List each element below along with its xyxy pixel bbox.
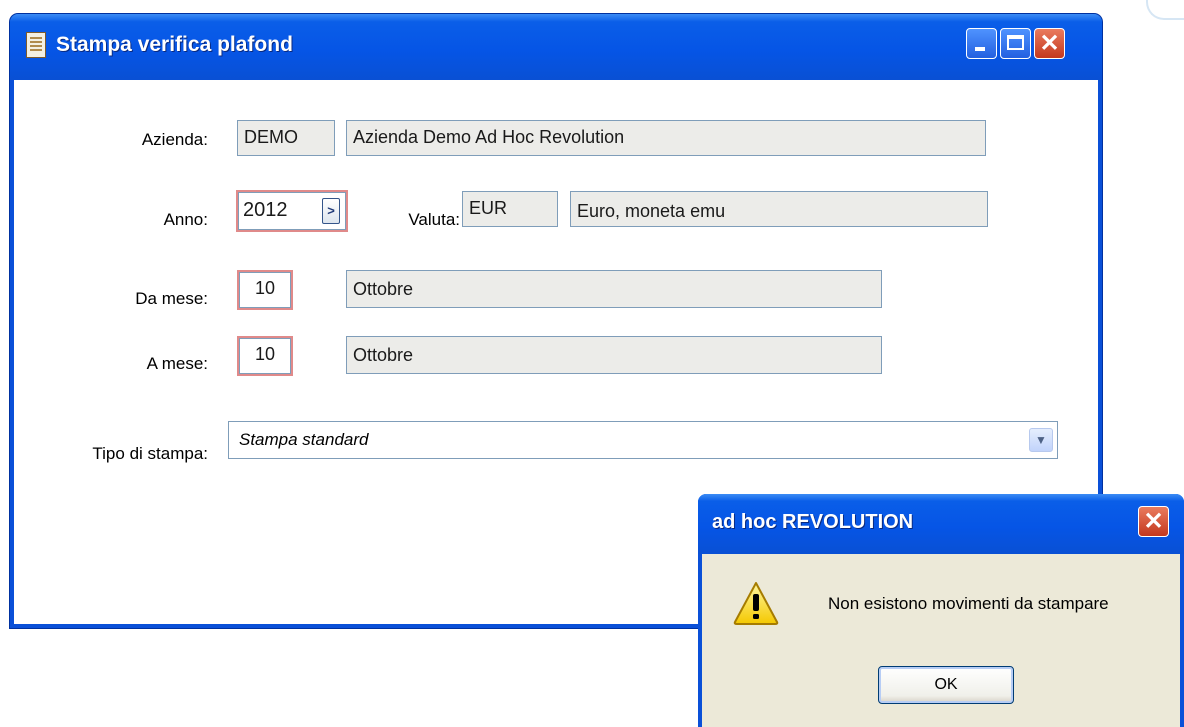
document-icon (26, 32, 46, 58)
a-mese-label: A mese: (146, 354, 208, 373)
maximize-button[interactable] (1000, 28, 1031, 59)
message-dialog: ad hoc REVOLUTION ✕ Non esistono movimen… (698, 494, 1184, 727)
chevron-down-icon: ▼ (1035, 433, 1047, 447)
tipo-stampa-select[interactable]: Stampa standard ▼ (228, 421, 1058, 459)
a-mese-description-field: Ottobre (346, 336, 882, 374)
valuta-label: Valuta: (408, 210, 460, 229)
valuta-description-field: Euro, moneta emu (570, 191, 988, 227)
minimize-icon (975, 47, 985, 51)
maximize-icon (1007, 35, 1024, 50)
a-mese-input[interactable]: 10 (237, 336, 293, 376)
da-mese-label: Da mese: (135, 289, 208, 308)
close-icon: ✕ (1143, 508, 1164, 535)
azienda-code-field: DEMO (237, 120, 335, 156)
dialog-title: ad hoc REVOLUTION (712, 511, 914, 533)
background-decoration (1146, 0, 1184, 20)
da-mese-description-field: Ottobre (346, 270, 882, 308)
tipo-stampa-label: Tipo di stampa: (92, 444, 208, 463)
ok-button[interactable]: OK (878, 666, 1014, 704)
window-title: Stampa verifica plafond (56, 33, 293, 56)
dialog-title-bar[interactable]: ad hoc REVOLUTION ✕ (698, 494, 1184, 554)
minimize-button[interactable] (966, 28, 997, 59)
tipo-stampa-selected-value: Stampa standard (239, 430, 369, 449)
dropdown-button[interactable]: ▼ (1029, 428, 1053, 452)
azienda-description-field: Azienda Demo Ad Hoc Revolution (346, 120, 986, 156)
azienda-label: Azienda: (141, 130, 208, 149)
chevron-right-icon: > (327, 203, 335, 218)
dialog-close-button[interactable]: ✕ (1138, 506, 1169, 537)
anno-zoom-button[interactable]: > (322, 198, 340, 224)
da-mese-input[interactable]: 10 (237, 270, 293, 310)
main-title-bar[interactable]: Stampa verifica plafond ✕ (10, 14, 1102, 80)
close-icon: ✕ (1039, 30, 1060, 57)
anno-label: Anno: (163, 210, 208, 229)
warning-icon (733, 582, 779, 625)
close-button[interactable]: ✕ (1034, 28, 1065, 59)
dialog-body: Non esistono movimenti da stampare OK (702, 554, 1180, 727)
valuta-code-field: EUR (462, 191, 558, 227)
dialog-message: Non esistono movimenti da stampare (828, 594, 1109, 613)
